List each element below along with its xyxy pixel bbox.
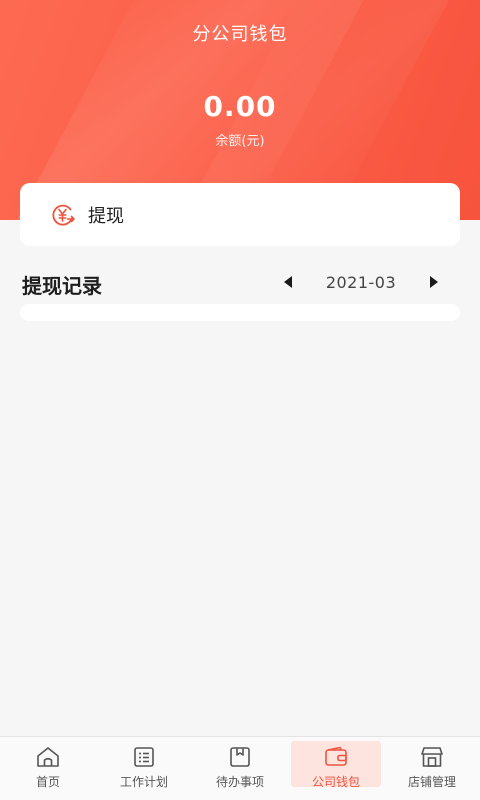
bottom-tab-bar: 首页 工作计划 待办事项 公司钱包 店铺管理	[0, 736, 480, 800]
work-plan-icon	[134, 747, 154, 767]
tab-store[interactable]: 店铺管理	[384, 737, 480, 800]
page-title: 分公司钱包	[192, 24, 288, 45]
withdraw-button[interactable]: 提现	[20, 183, 460, 246]
tab-label: 工作计划	[119, 775, 168, 789]
home-icon	[37, 747, 59, 767]
balance-label: 余额(元)	[215, 134, 265, 149]
tab-home[interactable]: 首页	[0, 737, 96, 800]
caret-left-icon	[284, 276, 292, 288]
withdraw-label: 提现	[88, 205, 124, 227]
yen-transfer-icon	[50, 202, 76, 228]
tab-label: 店铺管理	[407, 775, 456, 789]
withdraw-records-list	[20, 304, 460, 321]
tab-wallet[interactable]: 公司钱包	[288, 737, 384, 800]
caret-right-icon	[429, 276, 438, 288]
store-icon	[421, 747, 443, 767]
balance-amount: 0.00	[203, 90, 277, 123]
records-title: 提现记录	[22, 274, 102, 298]
tab-label: 待办事项	[215, 775, 264, 789]
tab-label: 首页	[35, 775, 60, 789]
next-month-button[interactable]	[424, 270, 444, 294]
selected-month: 2021-03	[325, 272, 397, 292]
previous-month-button[interactable]	[278, 270, 298, 294]
tab-label: 公司钱包	[311, 775, 360, 789]
wallet-icon	[325, 746, 347, 766]
tab-work-plan[interactable]: 工作计划	[96, 737, 192, 800]
todo-icon	[230, 747, 250, 767]
month-selector: 2021-03	[278, 268, 444, 296]
tab-todo[interactable]: 待办事项	[192, 737, 288, 800]
